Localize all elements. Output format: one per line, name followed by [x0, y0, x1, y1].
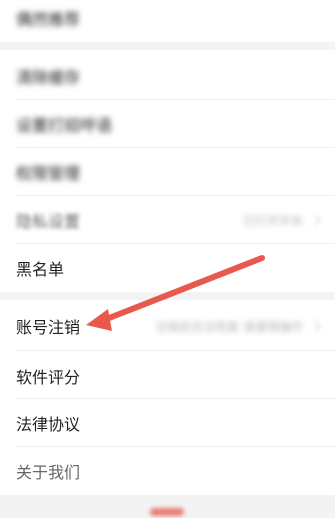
settings-row-label: 偶然推荐	[16, 10, 81, 29]
chevron-right-icon	[309, 320, 321, 332]
settings-row-delete-account[interactable]: 账号注销 注销后无法恢复 请谨慎操作	[0, 302, 335, 350]
section-divider	[0, 292, 335, 300]
settings-row[interactable]: 清除缓存	[0, 52, 335, 100]
settings-row-legal[interactable]: 法律协议	[0, 399, 335, 447]
settings-row-label: 法律协议	[16, 415, 81, 434]
row-divider	[16, 350, 335, 351]
settings-row-label: 权限管理	[16, 164, 81, 183]
settings-row-value: 注销后无法恢复 请谨慎操作	[155, 319, 303, 334]
settings-row-blacklist[interactable]: 黑名单	[0, 244, 335, 292]
settings-row[interactable]: 设置打招呼语	[0, 100, 335, 148]
settings-row-privacy[interactable]: 隐私设置 已打开开关	[0, 196, 335, 244]
settings-row-label: 软件评分	[16, 368, 81, 387]
settings-row-label: 隐私设置	[16, 212, 81, 231]
settings-row[interactable]: 权限管理	[0, 148, 335, 196]
settings-row-label: 关于我们	[16, 463, 81, 482]
settings-row-label: 账号注销	[16, 318, 81, 337]
settings-row-rate-app[interactable]: 软件评分	[0, 352, 335, 400]
partial-red-element	[150, 508, 184, 516]
settings-row-label: 清除缓存	[16, 68, 81, 87]
settings-row-about[interactable]: 关于我们	[0, 447, 335, 495]
settings-panel: 偶然推荐 清除缓存 设置打招呼语 权限管理 隐私设置 已打开开关 黑名单 账号注…	[0, 0, 335, 518]
settings-row[interactable]: 偶然推荐	[0, 0, 335, 42]
settings-row-value: 已打开开关	[242, 213, 303, 228]
settings-row-label: 设置打招呼语	[16, 116, 113, 135]
chevron-right-icon	[309, 214, 321, 226]
section-divider	[0, 42, 335, 50]
settings-row-label: 黑名单	[16, 260, 65, 279]
